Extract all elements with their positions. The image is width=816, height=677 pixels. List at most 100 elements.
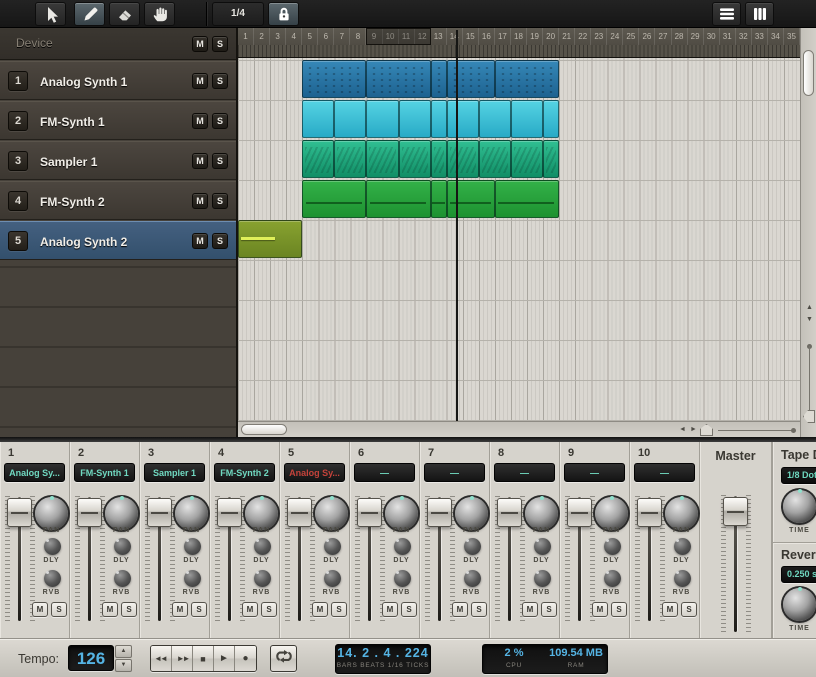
ruler-bar-6[interactable]: 6 bbox=[318, 28, 334, 45]
clip-track1-bar17[interactable] bbox=[495, 60, 559, 98]
channel-fader[interactable] bbox=[145, 496, 175, 622]
channel-fader[interactable] bbox=[635, 496, 665, 622]
horizontal-zoom-slider[interactable] bbox=[718, 430, 794, 431]
vertical-scroll-thumb[interactable] bbox=[803, 50, 814, 96]
pan-knob[interactable] bbox=[35, 497, 68, 530]
clip-track1-bar9[interactable] bbox=[366, 60, 430, 98]
ruler-bar-31[interactable]: 31 bbox=[720, 28, 736, 45]
play-button[interactable] bbox=[214, 646, 235, 671]
delay-send-knob[interactable] bbox=[254, 538, 271, 555]
channel-fader[interactable] bbox=[215, 496, 245, 622]
master-fader-handle[interactable] bbox=[723, 497, 748, 526]
fader-handle[interactable] bbox=[357, 498, 382, 527]
clip-track2-bar18[interactable] bbox=[511, 100, 543, 138]
ruler-bar-22[interactable]: 22 bbox=[575, 28, 591, 45]
fader-handle[interactable] bbox=[567, 498, 592, 527]
ruler-bar-20[interactable]: 20 bbox=[543, 28, 559, 45]
pencil-tool-button[interactable] bbox=[74, 2, 105, 26]
rewind-button[interactable] bbox=[151, 646, 172, 671]
channel-fader[interactable] bbox=[425, 496, 455, 622]
stop-button[interactable] bbox=[193, 646, 214, 671]
track-mute-button[interactable]: M bbox=[192, 113, 208, 129]
clip-track3-bar13[interactable] bbox=[431, 140, 447, 178]
tape-delay-value-display[interactable]: 1/8 Dot bbox=[781, 467, 816, 484]
channel-mute-button[interactable]: M bbox=[662, 602, 678, 617]
ruler-bar-13[interactable]: 13 bbox=[431, 28, 447, 45]
ruler-bar-7[interactable]: 7 bbox=[334, 28, 350, 45]
reverb-send-knob[interactable] bbox=[674, 570, 691, 587]
pan-knob[interactable] bbox=[105, 497, 138, 530]
delay-send-knob[interactable] bbox=[184, 538, 201, 555]
track-mute-button[interactable]: M bbox=[192, 73, 208, 89]
delay-send-knob[interactable] bbox=[604, 538, 621, 555]
delay-send-knob[interactable] bbox=[464, 538, 481, 555]
ruler-bar-26[interactable]: 26 bbox=[639, 28, 655, 45]
horizontal-zoom-slider-dot[interactable] bbox=[791, 428, 796, 433]
track-row-fm-synth-2[interactable]: 4FM-Synth 2MS bbox=[0, 181, 236, 220]
ruler-bar-34[interactable]: 34 bbox=[768, 28, 784, 45]
channel-fader[interactable] bbox=[565, 496, 595, 622]
channel-mute-button[interactable]: M bbox=[242, 602, 258, 617]
ruler-bar-30[interactable]: 30 bbox=[704, 28, 720, 45]
channel-mute-button[interactable]: M bbox=[32, 602, 48, 617]
ruler-tick-strip[interactable] bbox=[238, 45, 800, 58]
vertical-zoom-home-marker[interactable] bbox=[803, 410, 815, 423]
channel-solo-button[interactable]: S bbox=[401, 602, 417, 617]
channel-fader[interactable] bbox=[355, 496, 385, 622]
hand-tool-button[interactable] bbox=[144, 2, 175, 26]
reverb-value-display[interactable]: 0.250 s bbox=[781, 566, 816, 583]
channel-fader[interactable] bbox=[285, 496, 315, 622]
clip-track3-bar14[interactable] bbox=[447, 140, 479, 178]
master-fader[interactable] bbox=[721, 495, 751, 633]
reverb-send-knob[interactable] bbox=[534, 570, 551, 587]
reverb-send-knob[interactable] bbox=[114, 570, 131, 587]
channel-solo-button[interactable]: S bbox=[331, 602, 347, 617]
track-row-analog-synth-1[interactable]: 1Analog Synth 1MS bbox=[0, 61, 236, 100]
ruler-bar-29[interactable]: 29 bbox=[688, 28, 704, 45]
pan-knob[interactable] bbox=[385, 497, 418, 530]
pan-knob[interactable] bbox=[245, 497, 278, 530]
clip-track2-bar14[interactable] bbox=[447, 100, 479, 138]
clip-track1-bar14[interactable] bbox=[447, 60, 495, 98]
clip-track3-bar7[interactable] bbox=[334, 140, 366, 178]
channel-fader[interactable] bbox=[495, 496, 525, 622]
clip-track4-bar9[interactable] bbox=[366, 180, 430, 218]
ruler-bar-8[interactable]: 8 bbox=[350, 28, 366, 45]
reverb-send-knob[interactable] bbox=[604, 570, 621, 587]
grid-canvas[interactable] bbox=[238, 58, 800, 421]
delay-send-knob[interactable] bbox=[324, 538, 341, 555]
track-solo-button[interactable]: S bbox=[212, 73, 228, 89]
clip-track5-bar1[interactable] bbox=[238, 220, 302, 258]
reverb-send-knob[interactable] bbox=[464, 570, 481, 587]
clip-track2-bar7[interactable] bbox=[334, 100, 366, 138]
loop-region[interactable] bbox=[366, 28, 430, 45]
ruler-bar-16[interactable]: 16 bbox=[479, 28, 495, 45]
reverb-send-knob[interactable] bbox=[254, 570, 271, 587]
horizontal-scroll-thumb[interactable] bbox=[241, 424, 287, 435]
ruler-bar-21[interactable]: 21 bbox=[559, 28, 575, 45]
channel-solo-button[interactable]: S bbox=[261, 602, 277, 617]
ruler-bar-28[interactable]: 28 bbox=[672, 28, 688, 45]
channel-fader[interactable] bbox=[75, 496, 105, 622]
fader-handle[interactable] bbox=[77, 498, 102, 527]
clip-track4-bar5[interactable] bbox=[302, 180, 366, 218]
track-mute-button[interactable]: M bbox=[192, 193, 208, 209]
reverb-send-knob[interactable] bbox=[184, 570, 201, 587]
ruler-bar-33[interactable]: 33 bbox=[752, 28, 768, 45]
delay-send-knob[interactable] bbox=[674, 538, 691, 555]
pan-knob[interactable] bbox=[455, 497, 488, 530]
fader-handle[interactable] bbox=[497, 498, 522, 527]
pan-knob[interactable] bbox=[665, 497, 698, 530]
columns-view-button[interactable] bbox=[745, 2, 774, 26]
solo-all-button[interactable]: S bbox=[212, 36, 228, 52]
pan-knob[interactable] bbox=[175, 497, 208, 530]
clip-track2-bar13[interactable] bbox=[431, 100, 447, 138]
tempo-up-button[interactable]: ▲ bbox=[115, 645, 132, 658]
clip-track2-bar5[interactable] bbox=[302, 100, 334, 138]
channel-mute-button[interactable]: M bbox=[382, 602, 398, 617]
track-mute-button[interactable]: M bbox=[192, 233, 208, 249]
channel-solo-button[interactable]: S bbox=[191, 602, 207, 617]
track-mute-button[interactable]: M bbox=[192, 153, 208, 169]
fader-handle[interactable] bbox=[637, 498, 662, 527]
ruler-bar-25[interactable]: 25 bbox=[623, 28, 639, 45]
